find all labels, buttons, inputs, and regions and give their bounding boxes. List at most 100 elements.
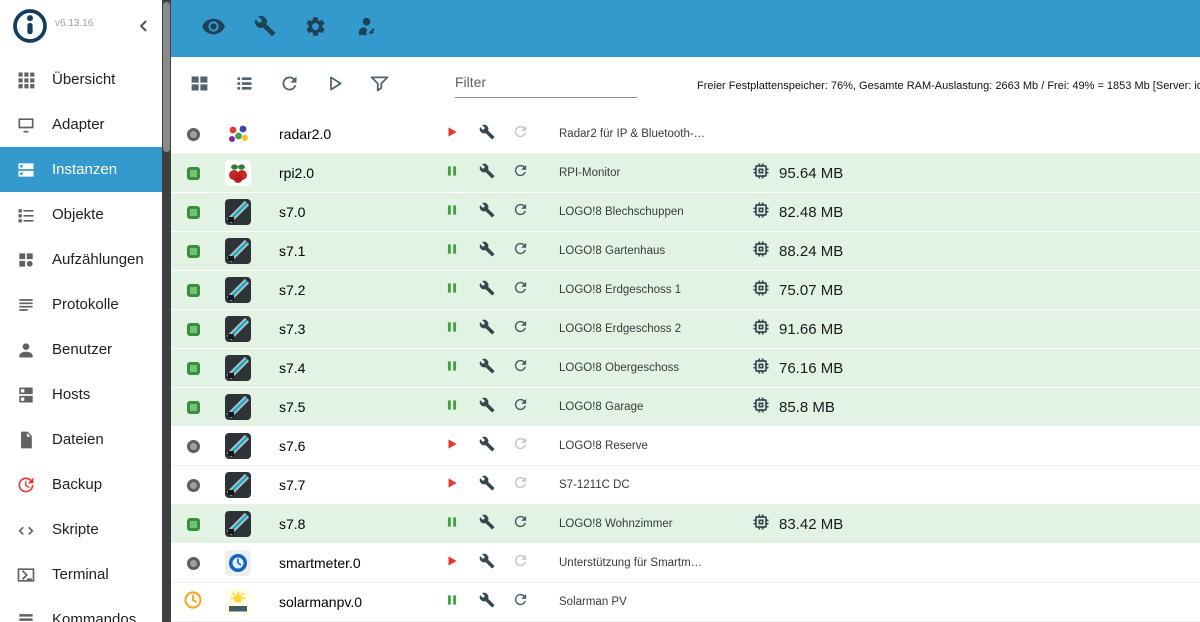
sidebar-item-aufzaehlungen[interactable]: Aufzählungen xyxy=(0,237,162,282)
adapter-icon xyxy=(225,472,251,498)
pause-instance-button[interactable] xyxy=(445,281,459,300)
sidebar-item-backup[interactable]: Backup xyxy=(0,462,162,507)
restart-instance-button[interactable] xyxy=(512,513,529,535)
instance-row-radar2.0: radar2.0Radar2 für IP & Bluetooth-… xyxy=(171,115,1200,154)
wrench-icon xyxy=(479,361,495,378)
ram-chip-icon xyxy=(751,317,771,341)
status-cell xyxy=(171,115,215,153)
sidebar-item-uebersicht[interactable]: Übersicht xyxy=(0,57,162,102)
filter-instances-button[interactable] xyxy=(367,74,391,98)
sidebar-item-terminal[interactable]: Terminal xyxy=(0,552,162,597)
pause-icon xyxy=(445,360,459,377)
restart-instance-button[interactable] xyxy=(512,240,529,262)
status-cell xyxy=(171,427,215,465)
instance-settings-button[interactable] xyxy=(479,592,495,613)
pause-instance-button[interactable] xyxy=(445,320,459,339)
pause-instance-button[interactable] xyxy=(445,593,459,612)
status-cell xyxy=(171,388,215,426)
scrollbar-thumb[interactable] xyxy=(163,2,170,152)
reload-button[interactable] xyxy=(277,74,301,98)
play-icon xyxy=(445,477,459,494)
restart-instance-button[interactable] xyxy=(512,435,529,457)
instance-title: LOGO!8 Blechschuppen xyxy=(537,193,751,231)
visibility-button[interactable] xyxy=(201,14,226,44)
restart-instance-button[interactable] xyxy=(512,357,529,379)
restart-instance-button[interactable] xyxy=(512,162,529,184)
objekte-icon xyxy=(15,204,37,226)
list-view-button[interactable] xyxy=(232,74,256,98)
restart-instance-button[interactable] xyxy=(512,396,529,418)
start-all-button[interactable] xyxy=(322,74,346,98)
ram-usage-value: 76.16 MB xyxy=(779,360,843,377)
pause-instance-button[interactable] xyxy=(445,203,459,222)
grid-view-button[interactable] xyxy=(187,74,211,98)
refresh-icon xyxy=(512,244,529,261)
instance-ram xyxy=(751,115,1200,153)
start-instance-button[interactable] xyxy=(445,437,459,456)
restart-instance-button[interactable] xyxy=(512,279,529,301)
restart-instance-button[interactable] xyxy=(512,474,529,496)
instance-settings-button[interactable] xyxy=(479,553,495,574)
restart-instance-button[interactable] xyxy=(512,123,529,145)
instance-row-smartmeter.0: smartmeter.0Unterstützung für Smartm… xyxy=(171,544,1200,583)
sidebar-item-instanzen[interactable]: Instanzen xyxy=(0,147,162,192)
filter-input[interactable] xyxy=(455,74,637,90)
sidebar-item-adapter[interactable]: Adapter xyxy=(0,102,162,147)
status-indicator xyxy=(187,128,200,141)
start-instance-button[interactable] xyxy=(445,476,459,495)
adapter-icon xyxy=(225,277,251,303)
instance-settings-button[interactable] xyxy=(479,124,495,145)
restart-instance-button[interactable] xyxy=(512,318,529,340)
instance-settings-button[interactable] xyxy=(479,397,495,418)
sidebar-scrollbar[interactable] xyxy=(162,0,171,622)
wrench-icon xyxy=(479,595,495,612)
instance-settings-button[interactable] xyxy=(479,475,495,496)
instance-settings-button[interactable] xyxy=(479,358,495,379)
sidebar-item-protokolle[interactable]: Protokolle xyxy=(0,282,162,327)
start-instance-button[interactable] xyxy=(445,125,459,144)
adapter-icon xyxy=(225,355,251,381)
restart-instance-button[interactable] xyxy=(512,201,529,223)
sidebar-item-skripte[interactable]: Skripte xyxy=(0,507,162,552)
instance-settings-button[interactable] xyxy=(479,514,495,535)
restart-instance-button[interactable] xyxy=(512,552,529,574)
collapse-sidebar-button[interactable] xyxy=(134,16,154,41)
pause-instance-button[interactable] xyxy=(445,164,459,183)
ram-chip-icon xyxy=(751,512,771,536)
settings-button[interactable] xyxy=(304,15,327,43)
sidebar-item-hosts[interactable]: Hosts xyxy=(0,372,162,417)
pause-instance-button[interactable] xyxy=(445,515,459,534)
pause-icon xyxy=(445,204,459,221)
sidebar-item-dateien[interactable]: Dateien xyxy=(0,417,162,462)
instance-settings-button[interactable] xyxy=(479,280,495,301)
sidebar-item-objekte[interactable]: Objekte xyxy=(0,192,162,237)
sidebar-item-label: Protokolle xyxy=(52,296,119,313)
expert-mode-button[interactable] xyxy=(254,15,276,42)
instance-name: solarmanpv.0 xyxy=(261,583,433,621)
restart-instance-button[interactable] xyxy=(512,591,529,613)
pause-icon xyxy=(445,594,459,611)
instances-table: radar2.0Radar2 für IP & Bluetooth-…rpi2.… xyxy=(171,115,1200,622)
reload-icon xyxy=(279,73,300,99)
sidebar-item-label: Aufzählungen xyxy=(52,251,144,268)
instance-settings-button[interactable] xyxy=(479,436,495,457)
instance-settings-button[interactable] xyxy=(479,163,495,184)
instance-settings-button[interactable] xyxy=(479,319,495,340)
instance-settings-button[interactable] xyxy=(479,241,495,262)
sidebar-header: v6.13.16 xyxy=(0,0,162,57)
sidebar-item-benutzer[interactable]: Benutzer xyxy=(0,327,162,372)
status-indicator xyxy=(187,362,200,375)
main-area: Freier Festplattenspeicher: 76%, Gesamte… xyxy=(171,0,1200,622)
pause-instance-button[interactable] xyxy=(445,359,459,378)
refresh-icon xyxy=(512,127,529,144)
refresh-icon xyxy=(512,322,529,339)
pause-icon xyxy=(445,399,459,416)
status-cell xyxy=(171,232,215,270)
pause-instance-button[interactable] xyxy=(445,242,459,261)
start-instance-button[interactable] xyxy=(445,554,459,573)
user-button[interactable] xyxy=(355,15,378,43)
instance-settings-button[interactable] xyxy=(479,202,495,223)
pause-instance-button[interactable] xyxy=(445,398,459,417)
sidebar-item-kommandos[interactable]: Kommandos xyxy=(0,597,162,622)
instance-ram: 76.16 MB xyxy=(751,349,1200,387)
